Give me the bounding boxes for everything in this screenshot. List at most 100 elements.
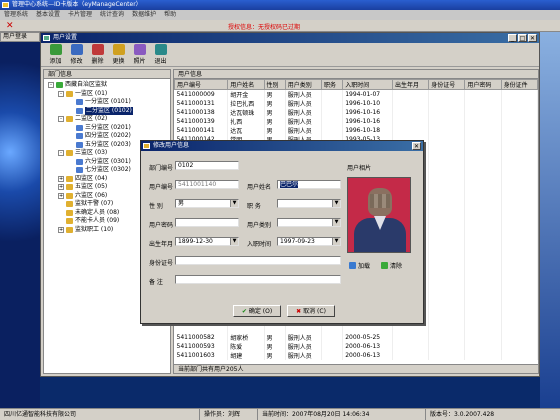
- load-photo-button[interactable]: 加载: [349, 261, 370, 270]
- table-row[interactable]: 5411000009 胡开金男服刑人员 1994-01-07: [174, 89, 538, 99]
- check-icon: ✔: [241, 308, 247, 315]
- table-cell: [501, 273, 538, 281]
- close-icon[interactable]: ✕: [6, 21, 14, 31]
- table-cell: [501, 175, 538, 183]
- password-field[interactable]: [175, 218, 239, 227]
- table-row[interactable]: 5411000141 达瓦男服刑人员 1996-10-18: [174, 126, 538, 135]
- collapse-icon[interactable]: -: [58, 150, 64, 157]
- chevron-down-icon[interactable]: ▼: [332, 219, 340, 226]
- column-header[interactable]: 身份证号: [428, 79, 466, 90]
- remarks-field[interactable]: [175, 275, 341, 284]
- gender-select[interactable]: 男 ▼: [175, 199, 239, 208]
- table-cell: 5411000582: [174, 333, 229, 342]
- table-cell: 2000-05-25: [342, 333, 393, 342]
- dept-code-field[interactable]: 0102: [175, 161, 239, 170]
- column-header[interactable]: 职务: [320, 79, 344, 90]
- table-row[interactable]: 5411000593 陈爱男服刑人员 2000-06-13: [174, 342, 538, 351]
- column-header[interactable]: 用户编号: [174, 79, 229, 90]
- column-header[interactable]: 身份证件: [500, 79, 538, 90]
- window-controls: _ □ ✕: [508, 34, 537, 42]
- table-cell: [428, 333, 466, 342]
- chevron-down-icon[interactable]: ▼: [332, 238, 340, 245]
- expand-icon[interactable]: +: [58, 175, 64, 182]
- table-cell: 男: [264, 89, 286, 99]
- table-cell: [428, 318, 466, 326]
- chevron-down-icon[interactable]: ▼: [230, 200, 238, 207]
- collapse-icon[interactable]: -: [48, 82, 54, 89]
- edit-icon: [70, 44, 83, 55]
- table-row[interactable]: 5411001603 胡建男服刑人员 2000-06-13: [174, 351, 538, 360]
- minimize-icon[interactable]: _: [508, 34, 517, 42]
- expand-icon[interactable]: +: [58, 184, 64, 191]
- department-panel-header: 部门信息: [44, 70, 170, 79]
- table-cell: [428, 325, 466, 333]
- close-icon[interactable]: ✕: [412, 142, 421, 150]
- tree-node[interactable]: 三分监区 (0201): [48, 124, 168, 133]
- table-cell: [464, 303, 502, 311]
- swap-label: 更换: [112, 58, 125, 65]
- operator-info: 操作员：刘辉: [200, 409, 258, 420]
- table-cell: 男: [264, 117, 286, 126]
- table-cell: [428, 108, 466, 117]
- ok-button[interactable]: ✔ 确定 (O): [233, 305, 281, 317]
- table-header-row: 用户编号 用户姓名 性别 用户类别 职务 入职时间 出生年月 身份证号 用户密码 身份证件: [174, 79, 538, 90]
- position-select[interactable]: ▼: [277, 199, 341, 208]
- table-row[interactable]: 5411000582 胡家桥男服刑人员 2000-05-25: [174, 333, 538, 342]
- menu-item[interactable]: 帮助: [160, 10, 180, 20]
- table-row[interactable]: 5411000131 拉巴扎西男服刑人员 1996-10-10: [174, 99, 538, 108]
- table-cell: 服刑人员: [285, 351, 322, 360]
- menu-item[interactable]: 基本设置: [32, 10, 64, 20]
- add-label: 添加: [49, 58, 62, 65]
- swap-button[interactable]: 更换: [108, 43, 129, 65]
- tree-node[interactable]: - 西藏自治区监狱: [48, 81, 168, 90]
- menu-item[interactable]: 管理系统: [0, 10, 32, 20]
- column-header[interactable]: 出生年月: [391, 79, 430, 90]
- hire-date-picker[interactable]: 1997-09-23 ▼: [277, 237, 341, 246]
- exit-button[interactable]: 退出: [150, 43, 171, 65]
- collapse-icon[interactable]: -: [58, 90, 64, 97]
- tree-node[interactable]: - 二监区 (02): [48, 115, 168, 124]
- birth-date-picker[interactable]: 1899-12-30 ▼: [175, 237, 239, 246]
- column-header[interactable]: 性别: [263, 79, 286, 90]
- column-header[interactable]: 用户密码: [464, 79, 502, 90]
- close-icon[interactable]: ✕: [528, 34, 537, 42]
- chevron-down-icon[interactable]: ▼: [332, 200, 340, 207]
- maximize-icon[interactable]: □: [518, 34, 527, 42]
- photo-button[interactable]: 照片: [129, 43, 150, 65]
- table-row[interactable]: 5411000138 达瓦顿珠男服刑人员 1996-10-16: [174, 108, 538, 117]
- expand-icon[interactable]: +: [58, 226, 64, 233]
- column-header[interactable]: 用户类别: [284, 79, 322, 90]
- chevron-down-icon[interactable]: ▼: [230, 238, 238, 245]
- table-cell: [392, 108, 430, 117]
- cancel-button[interactable]: ✖ 取消 (C): [287, 305, 335, 317]
- folder-icon: [76, 158, 83, 165]
- edit-button[interactable]: 修改: [66, 43, 87, 65]
- tree-node[interactable]: - 一监区 (01): [48, 90, 168, 99]
- table-row[interactable]: 5411000139 扎西男服刑人员 1996-10-16: [174, 117, 538, 126]
- table-cell: [501, 117, 538, 126]
- menu-item[interactable]: 卡片管理: [64, 10, 96, 20]
- clear-photo-button[interactable]: 清除: [381, 261, 402, 270]
- user-name-field[interactable]: 巴巴尔: [277, 180, 341, 189]
- menu-item[interactable]: 统计查询: [96, 10, 128, 20]
- expand-icon[interactable]: +: [58, 192, 64, 199]
- menu-item[interactable]: 数据维护: [128, 10, 160, 20]
- table-row[interactable]: [174, 325, 538, 333]
- folder-icon: [66, 90, 73, 97]
- id-number-field[interactable]: [175, 256, 341, 265]
- category-select[interactable]: ▼: [277, 218, 341, 227]
- user-code-field[interactable]: 5411001140: [175, 180, 239, 189]
- tree-node[interactable]: 一分监区 (0101): [48, 98, 168, 107]
- id-number-label: 身份证号: [149, 260, 174, 267]
- add-button[interactable]: 添加: [45, 43, 66, 65]
- column-header[interactable]: 入职时间: [342, 79, 393, 90]
- delete-button[interactable]: 删除: [87, 43, 108, 65]
- collapse-icon[interactable]: -: [58, 116, 64, 123]
- table-cell: [321, 126, 344, 135]
- column-header[interactable]: 用户姓名: [227, 79, 265, 90]
- tree-node-label: 西藏自治区监狱: [65, 81, 108, 88]
- folder-icon: [76, 133, 83, 140]
- tree-node[interactable]: 二分监区 (0102): [48, 106, 168, 115]
- login-tab[interactable]: 用户登录: [0, 32, 40, 42]
- table-cell: [321, 89, 344, 99]
